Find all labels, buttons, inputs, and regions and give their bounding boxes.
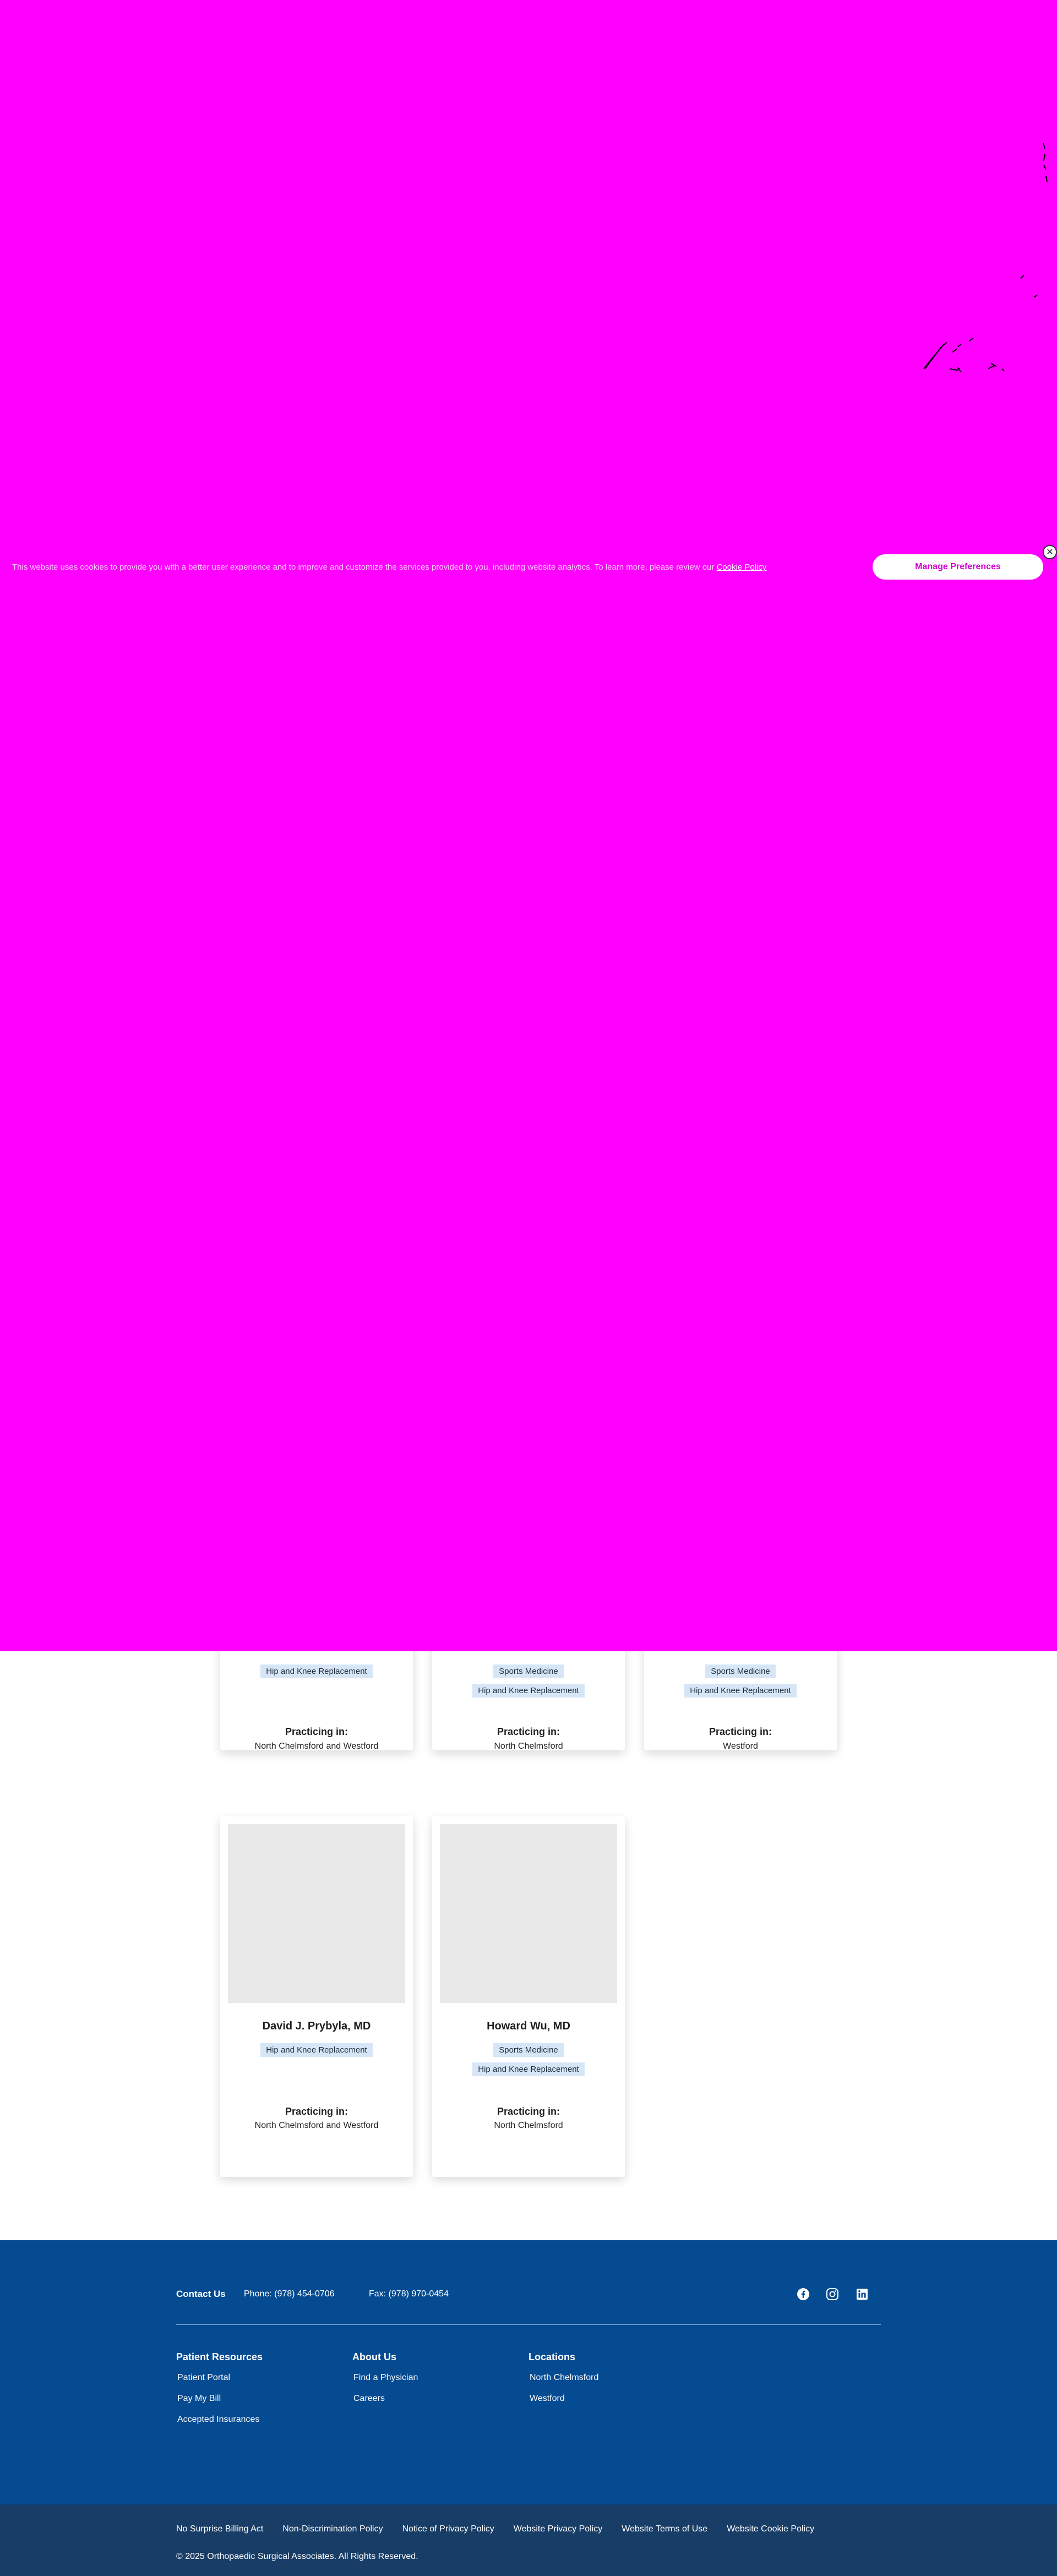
physician-card[interactable]: Howard Wu, MD Sports Medicine Hip and Kn… [432, 1816, 625, 2177]
footer-column-about-us: About Us Find a Physician Careers [352, 2351, 418, 2415]
contact-row: Contact Us Phone: (978) 454-0706 Fax: (9… [176, 2286, 881, 2305]
specialty-tag: Hip and Knee Replacement [260, 1664, 373, 1678]
cookie-banner: This website uses cookies to provide you… [0, 545, 1057, 586]
manage-preferences-button[interactable]: Manage Preferences [873, 554, 1043, 580]
practicing-label: Practicing in: [497, 2106, 560, 2117]
specialty-tags: Hip and Knee Replacement [220, 1664, 413, 1684]
legal-link-notice-of-privacy[interactable]: Notice of Privacy Policy [402, 2524, 494, 2534]
footer-link-accepted-insurances[interactable]: Accepted Insurances [176, 2415, 263, 2425]
legal-links: No Surprise Billing Act Non-Discriminati… [176, 2524, 814, 2534]
cookie-message: This website uses cookies to provide you… [12, 563, 849, 572]
close-icon[interactable]: ✕ [1043, 545, 1057, 559]
practicing-locations: Westford [723, 1742, 758, 1751]
instagram-icon[interactable] [825, 2286, 840, 2302]
physician-name: David J. Prybyla, MD [262, 2020, 371, 2032]
specialty-tag: Hip and Knee Replacement [684, 1684, 797, 1698]
fax-text: Fax: (978) 970-0454 [369, 2289, 449, 2299]
practicing-label: Practicing in: [285, 1726, 348, 1737]
physician-name: Howard Wu, MD [487, 2020, 570, 2032]
legal-link-terms-of-use[interactable]: Website Terms of Use [622, 2524, 707, 2534]
footer-link-find-a-physician[interactable]: Find a Physician [352, 2373, 418, 2383]
practicing-locations: North Chelmsford [494, 1742, 563, 1751]
footer-divider [176, 2324, 881, 2325]
footer-column-title: Locations [528, 2351, 576, 2362]
specialty-tag: Hip and Knee Replacement [472, 2062, 585, 2076]
footer-link-patient-portal[interactable]: Patient Portal [176, 2373, 263, 2383]
footer-link-north-chelmsford[interactable]: North Chelmsford [528, 2373, 598, 2383]
footer-column-title: About Us [352, 2351, 396, 2362]
specialty-tags: Hip and Knee Replacement [220, 2043, 413, 2062]
decorative-scribble [923, 143, 1048, 373]
specialty-tag: Sports Medicine [705, 1664, 776, 1678]
cookie-message-text: This website uses cookies to provide you… [12, 563, 715, 572]
footer-column-title: Patient Resources [176, 2351, 263, 2362]
practicing-locations: North Chelmsford and Westford [254, 1742, 379, 1751]
specialty-tags: Sports Medicine Hip and Knee Replacement [644, 1664, 837, 1703]
footer-bottom-bar: No Surprise Billing Act Non-Discriminati… [0, 2504, 1057, 2576]
practicing-locations: North Chelmsford and Westford [254, 2121, 379, 2130]
page-overlay [0, 0, 1057, 1651]
legal-link-no-surprise-billing[interactable]: No Surprise Billing Act [176, 2524, 263, 2534]
legal-link-cookie-policy[interactable]: Website Cookie Policy [727, 2524, 814, 2534]
cookie-policy-link[interactable]: Cookie Policy [717, 563, 767, 572]
practicing-label: Practicing in: [285, 2106, 348, 2117]
legal-link-website-privacy[interactable]: Website Privacy Policy [514, 2524, 603, 2534]
contact-label: Contact Us [176, 2289, 226, 2299]
footer-link-pay-my-bill[interactable]: Pay My Bill [176, 2394, 263, 2404]
phone-link[interactable]: Phone: (978) 454-0706 [244, 2289, 335, 2299]
footer-column-patient-resources: Patient Resources Patient Portal Pay My … [176, 2351, 263, 2436]
facebook-icon[interactable] [796, 2286, 811, 2302]
specialty-tags: Sports Medicine Hip and Knee Replacement [432, 1664, 625, 1703]
physician-photo [228, 1824, 405, 2003]
footer-link-westford[interactable]: Westford [528, 2394, 598, 2404]
practicing-label: Practicing in: [497, 1726, 560, 1737]
specialty-tag: Hip and Knee Replacement [472, 1684, 585, 1698]
specialty-tag: Hip and Knee Replacement [260, 2043, 373, 2057]
specialty-tag: Sports Medicine [493, 2043, 564, 2057]
practicing-locations: North Chelmsford [494, 2121, 563, 2130]
physician-photo [440, 1824, 617, 2003]
specialty-tag: Sports Medicine [493, 1664, 564, 1678]
footer: Contact Us Phone: (978) 454-0706 Fax: (9… [0, 2240, 1057, 2504]
footer-link-careers[interactable]: Careers [352, 2394, 418, 2404]
linkedin-icon[interactable] [854, 2286, 870, 2302]
legal-link-non-discrimination[interactable]: Non-Discrimination Policy [282, 2524, 383, 2534]
specialty-tags: Sports Medicine Hip and Knee Replacement [432, 2043, 625, 2082]
footer-column-locations: Locations North Chelmsford Westford [528, 2351, 598, 2415]
copyright: © 2025 Orthopaedic Surgical Associates. … [176, 2552, 418, 2561]
practicing-label: Practicing in: [709, 1726, 772, 1737]
physician-card[interactable]: David J. Prybyla, MD Hip and Knee Replac… [220, 1816, 413, 2177]
